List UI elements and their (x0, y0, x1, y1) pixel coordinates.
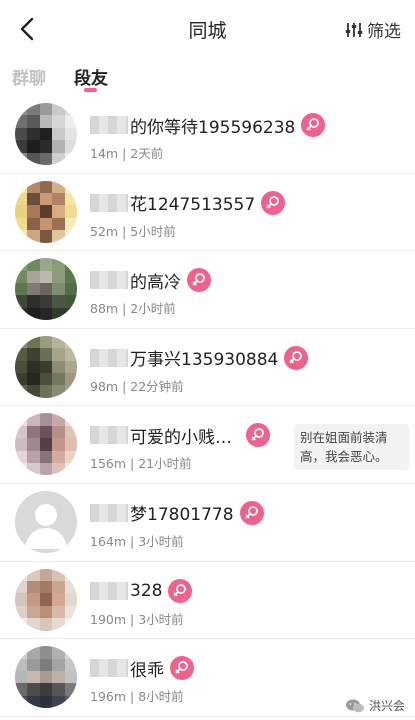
female-gender-icon (187, 268, 211, 293)
wechat-logo-icon (345, 699, 364, 712)
user-name-line: 梦17801778 (90, 500, 264, 526)
user-name: 的你等待195596238 (130, 117, 296, 138)
distance: 156m (90, 456, 127, 472)
distance: 164m (90, 533, 127, 549)
user-name-line: 花1247513557 (90, 190, 286, 216)
user-name: 万事兴135930884 (130, 350, 279, 371)
list-item[interactable]: 的你等待195596238 14m | 2天前 (0, 96, 415, 174)
distance-time: 88m | 2小时前 (90, 301, 176, 317)
distance: 14m (90, 146, 119, 161)
list-item[interactable]: 梦17801778 164m | 3小时前 (0, 484, 415, 562)
watermark-text: 洪兴会 (368, 699, 405, 713)
list-item[interactable]: 的高冷 88m | 2小时前 (0, 251, 415, 329)
active-tab-indicator (84, 88, 97, 92)
filter-icon (345, 22, 363, 37)
blurred-name-mask (90, 348, 128, 367)
list-item[interactable]: 可爱的小贱… 156m | 21小时前 别在姐面前装清高，我会恶心。 (0, 406, 415, 484)
avatar (15, 490, 77, 553)
user-name: 很乖 (130, 660, 164, 681)
blurred-name-mask (90, 581, 128, 600)
blurred-name-mask (90, 271, 128, 290)
distance: 98m (90, 378, 119, 394)
list-item[interactable]: 328 190m | 3小时前 (0, 562, 415, 640)
female-gender-icon (261, 190, 286, 215)
distance: 52m (90, 223, 119, 239)
user-list: 的你等待195596238 14m | 2天前 花1247513557 52m … (0, 96, 415, 717)
distance-time: 156m | 21小时前 (90, 456, 192, 472)
filter-button[interactable]: 筛选 (345, 17, 401, 42)
last-active: 3小时前 (138, 611, 184, 627)
signature-bubble: 别在姐面前装清高，我会恶心。 (294, 424, 409, 471)
user-name: 花1247513557 (130, 195, 256, 216)
distance: 196m (90, 689, 127, 705)
tab-duanyou[interactable]: 段友 (74, 64, 108, 89)
user-name-line: 的高冷 (90, 267, 211, 293)
user-name: 梦17801778 (130, 505, 234, 526)
distance-time: 14m | 2天前 (90, 146, 164, 161)
default-avatar-icon (15, 490, 77, 553)
avatar (15, 258, 77, 321)
watermark: 洪兴会 (345, 697, 405, 714)
avatar (15, 568, 77, 631)
distance-time: 196m | 8小时前 (90, 689, 184, 705)
screen: 同城 筛选 群聊 段友 的你等待195596238 14m | 2天前 花124… (0, 0, 415, 720)
user-name-line: 的你等待195596238 (90, 112, 326, 138)
user-name-line: 可爱的小贱… (90, 422, 270, 448)
female-gender-icon (168, 578, 193, 603)
female-gender-icon (301, 113, 326, 137)
last-active: 5小时前 (130, 223, 176, 239)
female-gender-icon (284, 345, 309, 370)
distance-time: 52m | 5小时前 (90, 223, 176, 239)
distance-time: 164m | 3小时前 (90, 533, 184, 549)
user-name: 的高冷 (130, 272, 181, 293)
avatar (15, 103, 77, 165)
distance-time: 98m | 22分钟前 (90, 378, 184, 394)
female-gender-icon (170, 656, 194, 681)
header-bar: 同城 筛选 (0, 0, 415, 58)
last-active: 2小时前 (130, 301, 176, 317)
distance-time: 190m | 3小时前 (90, 611, 184, 627)
user-name-line: 万事兴135930884 (90, 345, 309, 371)
blurred-name-mask (90, 426, 128, 445)
list-item[interactable]: 花1247513557 52m | 5小时前 (0, 174, 415, 252)
user-name-line: 328 (90, 578, 193, 604)
avatar (15, 180, 77, 243)
blurred-name-mask (90, 193, 128, 212)
blurred-name-mask (90, 503, 128, 522)
last-active: 8小时前 (138, 689, 184, 705)
user-name: 328 (130, 580, 163, 601)
last-active: 21小时前 (138, 456, 192, 472)
distance: 88m (90, 301, 119, 317)
last-active: 22分钟前 (130, 378, 184, 394)
user-name: 可爱的小贱… (130, 427, 232, 448)
female-gender-icon (239, 500, 264, 525)
blurred-name-mask (90, 659, 128, 678)
list-item[interactable]: 万事兴135930884 98m | 22分钟前 (0, 329, 415, 407)
blurred-name-mask (90, 116, 128, 134)
avatar (15, 413, 77, 476)
avatar (15, 335, 77, 398)
tab-group-chat[interactable]: 群聊 (12, 64, 46, 89)
filter-label: 筛选 (367, 22, 401, 42)
distance: 190m (90, 611, 127, 627)
last-active: 3小时前 (138, 533, 184, 549)
tab-bar: 群聊 段友 (0, 60, 415, 96)
user-name-line: 很乖 (90, 655, 194, 681)
last-active: 2天前 (130, 146, 164, 161)
female-gender-icon (246, 423, 270, 448)
avatar (15, 646, 77, 709)
